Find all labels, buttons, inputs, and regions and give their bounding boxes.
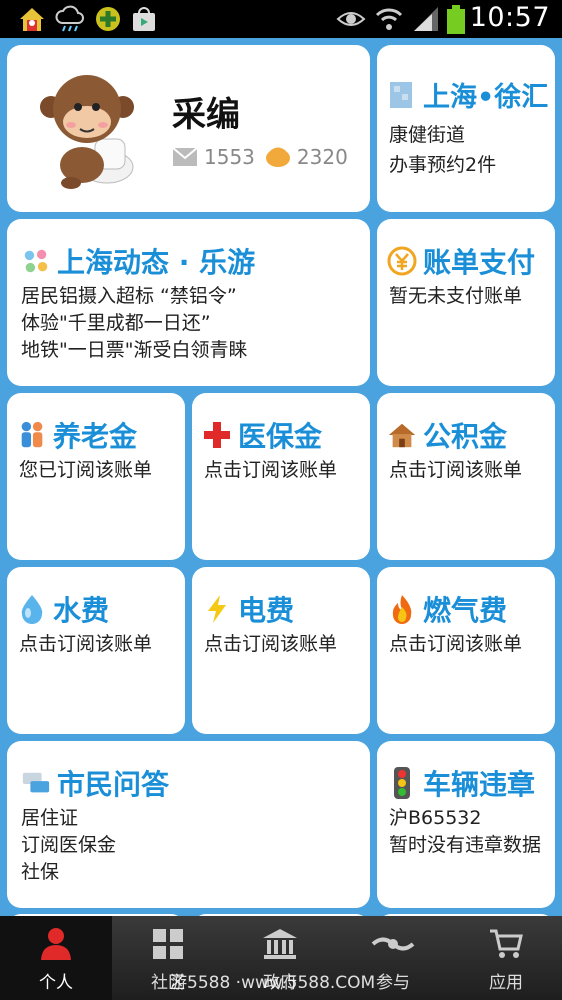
pension-title: 养老金 [17,415,137,455]
housing-fund-status: 点击订阅该账单 [389,459,523,481]
medical-insurance-title: 医保金 [202,415,322,455]
home-app-icon [18,5,46,37]
traffic-status: 暂时没有违章数据 [389,834,542,856]
bill-pay-title: 账单支付 [387,241,535,281]
gas-bill-status: 点击订阅该账单 [389,633,523,655]
mail-count: 1553 [204,145,255,169]
water-bill-status: 点击订阅该账单 [19,633,153,655]
yuan-coin-icon [387,246,417,276]
news-item[interactable]: 地铁"一日票"渐受白领青睐 [21,337,247,364]
traffic-violation-title: 车辆违章 [387,763,535,803]
housing-fund-title: 公积金 [387,415,507,455]
qa-item[interactable]: 居住证 [21,805,116,832]
water-bill-title: 水费 [17,589,109,629]
gas-bill-title: 燃气费 [387,589,507,629]
profile-name: 采编 [172,95,240,135]
traffic-violation-card[interactable]: 车辆违章 沪B65532 暂时没有违章数据 [377,741,555,908]
nav-label: 参与 [376,973,410,993]
medical-insurance-card[interactable]: 医保金 点击订阅该账单 [192,393,370,560]
store-icon [130,5,158,37]
weather-icon [54,5,86,37]
citizen-qa-card[interactable]: 市民问答 居住证 订阅医保金 社保 [7,741,370,908]
battery-icon [446,5,466,39]
profile-stats: 1553 2320 [172,145,348,169]
nav-label: 应用 [489,973,523,993]
gas-bill-card[interactable]: 燃气费 点击订阅该账单 [377,567,555,734]
electricity-bill-title: 电费 [202,589,294,629]
bottom-nav: 个人 社区 政府 参与 应用 游5588 ·www.5588.COM [0,916,562,1000]
housing-fund-card[interactable]: 公积金 点击订阅该账单 [377,393,555,560]
profile-card[interactable]: 采编 1553 2320 [7,45,370,212]
pension-status: 您已订阅该账单 [19,459,153,481]
sparkle-hearts-icon [21,246,51,276]
news-title: 上海动态 · 乐游 [21,241,255,281]
coin-icon [265,146,291,168]
cart-icon [488,926,524,962]
nav-label: 个人 [39,973,73,993]
status-clock: 10:57 [469,2,550,33]
grid-icon [151,926,185,962]
location-appointments: 办事预约2件 [389,154,497,176]
status-bar: 10:57 [0,0,562,38]
city-icon [387,80,417,110]
red-cross-icon [202,420,232,450]
signal-icon [412,5,440,37]
house-icon [387,420,417,450]
participate-icon [371,926,415,962]
water-drop-icon [17,594,47,624]
pension-card[interactable]: 养老金 您已订阅该账单 [7,393,185,560]
nav-tab-apps[interactable]: 应用 [450,916,562,1000]
watermark-text: 游5588 ·www.5588.COM [170,973,376,993]
avatar[interactable] [37,67,147,192]
elderly-couple-icon [17,420,47,450]
nav-tab-personal[interactable]: 个人 [0,916,112,1000]
government-building-icon [261,926,299,962]
location-title: 上海•徐汇 [387,75,548,114]
electricity-bill-card[interactable]: 电费 点击订阅该账单 [192,567,370,734]
chat-bubbles-icon [21,768,51,798]
traffic-light-icon [387,767,417,799]
lightning-icon [202,594,232,624]
news-item[interactable]: 体验"千里成都一日还” [21,310,247,337]
bill-pay-card[interactable]: 账单支付 暂无未支付账单 [377,219,555,386]
mail-icon [172,147,198,167]
person-icon [38,926,74,962]
water-bill-card[interactable]: 水费 点击订阅该账单 [7,567,185,734]
coin-count: 2320 [296,145,348,169]
news-card[interactable]: 上海动态 · 乐游 居民铝摄入超标 “禁铝令” 体验"千里成都一日还” 地铁"一… [7,219,370,386]
bill-pay-status: 暂无未支付账单 [389,285,523,307]
news-item[interactable]: 居民铝摄入超标 “禁铝令” [21,283,247,310]
qa-item[interactable]: 订阅医保金 [21,832,116,859]
citizen-qa-title: 市民问答 [21,763,169,803]
license-plate: 沪B65532 [389,807,482,829]
flame-icon [387,594,417,624]
location-street: 康健街道 [389,124,466,146]
game-app-icon [94,5,122,37]
qa-item[interactable]: 社保 [21,859,116,886]
location-card[interactable]: 上海•徐汇 康健街道 办事预约2件 [377,45,555,212]
medical-insurance-status: 点击订阅该账单 [204,459,338,481]
electricity-bill-status: 点击订阅该账单 [204,633,338,655]
wifi-icon [374,5,404,37]
eye-icon [336,5,366,37]
